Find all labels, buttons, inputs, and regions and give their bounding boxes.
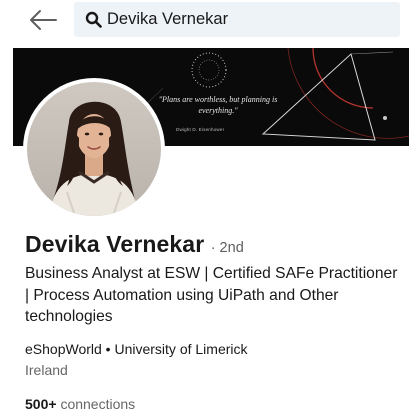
search-bar[interactable] — [74, 2, 400, 37]
connections-link[interactable]: 500+ connections — [25, 396, 135, 412]
search-icon — [85, 11, 102, 28]
banner-quote: "Plans are worthless, but planning is ev… — [158, 95, 278, 115]
name-row: Devika Vernekar · 2nd — [25, 231, 244, 258]
profile-location: Ireland — [25, 362, 68, 378]
connections-label: connections — [60, 396, 136, 412]
connections-count: 500+ — [25, 396, 57, 412]
arrow-left-icon — [30, 10, 57, 30]
connection-degree: · 2nd — [210, 240, 244, 256]
avatar[interactable] — [23, 78, 165, 220]
profile-organizations[interactable]: eShopWorld • University of Limerick — [25, 341, 248, 357]
search-input[interactable] — [107, 2, 392, 37]
back-button[interactable] — [26, 6, 60, 34]
banner-attribution: Dwight D. Eisenhower — [176, 127, 225, 132]
profile-headline: Business Analyst at ESW | Certified SAFe… — [25, 265, 398, 325]
top-bar — [0, 0, 409, 44]
profile-photo — [27, 82, 161, 216]
profile-name: Devika Vernekar — [25, 231, 205, 257]
